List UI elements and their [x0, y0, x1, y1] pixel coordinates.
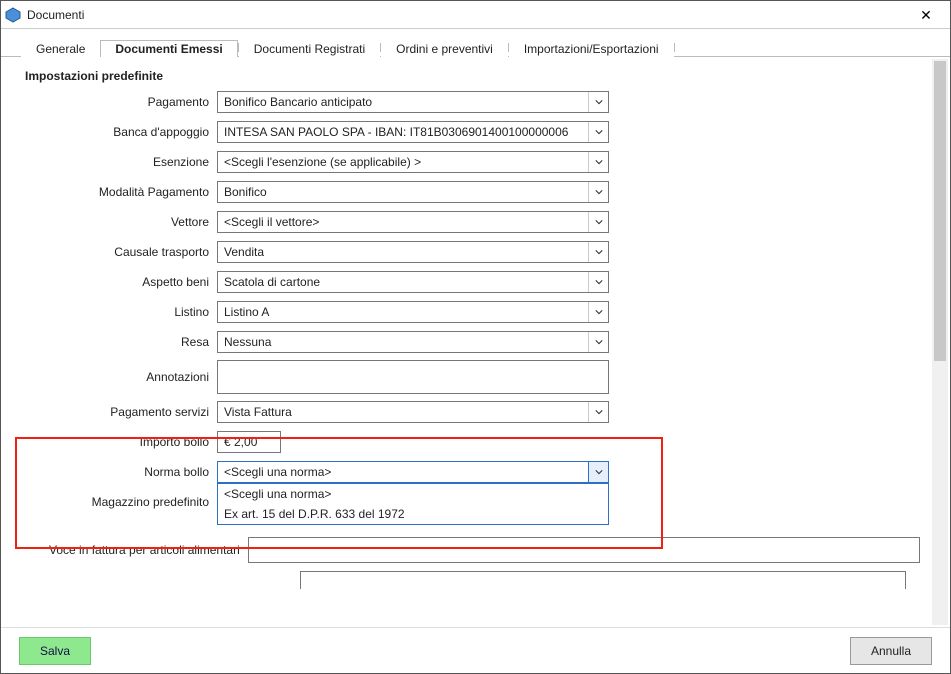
- chevron-down-icon: [588, 272, 608, 292]
- combo-vettore[interactable]: <Scegli il vettore>: [217, 211, 609, 233]
- input-voce-fattura[interactable]: [248, 537, 920, 563]
- label-magazzino: Magazzino predefinito: [29, 495, 217, 509]
- chevron-down-icon: [588, 122, 608, 142]
- tab-ordini-preventivi[interactable]: Ordini e preventivi: [381, 40, 508, 57]
- textarea-annotazioni[interactable]: [217, 360, 609, 394]
- label-voce-fattura: Voce in fattura per articoli alimentari: [21, 543, 248, 557]
- scrollbar-thumb[interactable]: [934, 61, 946, 361]
- app-icon: [5, 7, 21, 23]
- close-button[interactable]: ✕: [906, 2, 946, 28]
- label-pagamento-servizi: Pagamento servizi: [29, 405, 217, 419]
- dropdown-norma-bollo: <Scegli una norma> Ex art. 15 del D.P.R.…: [217, 483, 609, 525]
- label-importo-bollo: Importo bollo: [29, 435, 217, 449]
- combo-esenzione[interactable]: <Scegli l'esenzione (se applicabile) >: [217, 151, 609, 173]
- chevron-down-icon: [588, 402, 608, 422]
- save-button[interactable]: Salva: [19, 637, 91, 665]
- input-extra-bottom[interactable]: [300, 571, 906, 589]
- label-annotazioni: Annotazioni: [29, 370, 217, 384]
- combo-banca[interactable]: INTESA SAN PAOLO SPA - IBAN: IT81B030690…: [217, 121, 609, 143]
- combo-resa[interactable]: Nessuna: [217, 331, 609, 353]
- chevron-down-icon: [588, 242, 608, 262]
- combo-modalita[interactable]: Bonifico: [217, 181, 609, 203]
- label-pagamento: Pagamento: [29, 95, 217, 109]
- combo-pagamento-servizi[interactable]: Vista Fattura: [217, 401, 609, 423]
- label-resa: Resa: [29, 335, 217, 349]
- tab-import-export[interactable]: Importazioni/Esportazioni: [509, 40, 674, 57]
- tab-documenti-emessi[interactable]: Documenti Emessi: [100, 40, 237, 57]
- label-vettore: Vettore: [29, 215, 217, 229]
- label-esenzione: Esenzione: [29, 155, 217, 169]
- window-title: Documenti: [27, 8, 906, 22]
- combo-listino[interactable]: Listino A: [217, 301, 609, 323]
- chevron-down-icon: [588, 302, 608, 322]
- dropdown-option[interactable]: Ex art. 15 del D.P.R. 633 del 1972: [218, 504, 608, 524]
- tab-documenti-registrati[interactable]: Documenti Registrati: [239, 40, 380, 57]
- combo-aspetto[interactable]: Scatola di cartone: [217, 271, 609, 293]
- scrollbar-vertical[interactable]: [932, 59, 948, 625]
- chevron-down-icon: [588, 152, 608, 172]
- chevron-down-icon: [588, 92, 608, 112]
- combo-pagamento[interactable]: Bonifico Bancario anticipato: [217, 91, 609, 113]
- combo-causale[interactable]: Vendita: [217, 241, 609, 263]
- dropdown-option[interactable]: <Scegli una norma>: [218, 484, 608, 504]
- tab-generale[interactable]: Generale: [21, 40, 100, 57]
- input-importo-bollo[interactable]: € 2,00: [217, 431, 281, 453]
- combo-norma-bollo[interactable]: <Scegli una norma>: [217, 461, 609, 483]
- label-banca: Banca d'appoggio: [29, 125, 217, 139]
- tabstrip: Generale Documenti Emessi Documenti Regi…: [1, 29, 950, 57]
- chevron-down-icon: [588, 332, 608, 352]
- footer: Salva Annulla: [1, 627, 950, 673]
- label-norma-bollo: Norma bollo: [29, 465, 217, 479]
- label-causale: Causale trasporto: [29, 245, 217, 259]
- titlebar: Documenti ✕: [1, 1, 950, 29]
- chevron-down-icon: [588, 462, 608, 482]
- cancel-button[interactable]: Annulla: [850, 637, 932, 665]
- chevron-down-icon: [588, 212, 608, 232]
- label-modalita: Modalità Pagamento: [29, 185, 217, 199]
- label-aspetto: Aspetto beni: [29, 275, 217, 289]
- label-listino: Listino: [29, 305, 217, 319]
- group-caption: Impostazioni predefinite: [25, 69, 936, 83]
- chevron-down-icon: [588, 182, 608, 202]
